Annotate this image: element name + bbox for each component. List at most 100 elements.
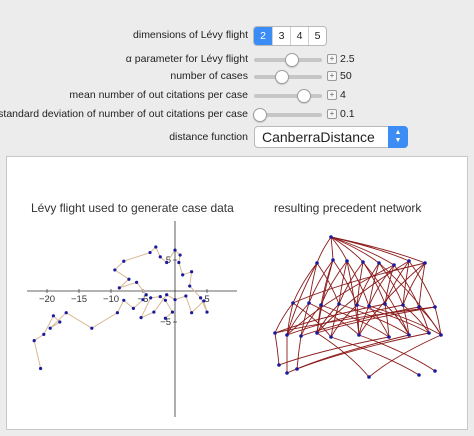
flight-point [122,259,126,263]
network-node [401,303,405,307]
network-node [357,333,361,337]
mean-out-slider[interactable] [254,89,322,103]
mean-out-value: 4 [340,89,346,101]
flight-point [149,296,153,300]
network-edge [330,236,380,264]
network-node [377,261,381,265]
dimension-option-5[interactable]: 5 [308,27,326,45]
dimension-option-3[interactable]: 3 [272,27,290,45]
cases-slider-thumb[interactable] [275,70,290,84]
network-edge [338,260,348,305]
flight-point [178,253,182,257]
alpha-label: α parameter for Lévy flight [125,53,248,65]
network-edge [330,336,420,376]
flight-point [173,298,177,302]
dimensions-selector[interactable]: 2 3 4 5 [253,26,327,46]
flight-point [163,316,167,320]
network-node [285,333,289,337]
network-edge [286,334,410,374]
alpha-value: 2.5 [340,53,355,65]
flight-point [113,268,117,272]
network-node [277,363,281,367]
network-node [337,302,341,306]
sd-out-slider[interactable] [253,108,322,122]
flight-point [39,366,43,371]
flight-point [173,248,177,252]
network-node [355,303,359,307]
levy-flight-title: Lévy flight used to generate case data [31,201,234,215]
flight-point [177,260,181,265]
network-node [329,235,333,239]
mean-out-expand-icon[interactable]: + [327,90,337,100]
flight-point [48,326,52,330]
flight-point [127,277,131,281]
dimension-option-4[interactable]: 4 [290,27,308,45]
flight-point [135,280,139,284]
distance-function-select[interactable]: CanberraDistance ▲ ▼ [254,126,408,148]
network-edge [278,336,390,366]
network-node [319,303,323,307]
chevron-updown-icon: ▲ ▼ [388,126,408,148]
flight-point [165,293,169,297]
distance-function-value: CanberraDistance [262,129,375,145]
flight-point [141,298,145,302]
x-tick-label: −20 [39,294,55,305]
network-node [361,260,365,264]
cases-expand-icon[interactable]: + [327,71,337,81]
network-node [417,373,421,377]
network-node [439,333,443,337]
flight-point [144,293,148,297]
flight-point [58,320,62,324]
flight-point [115,311,119,315]
network-edge [316,332,370,378]
flight-point [90,326,94,330]
x-tick-label: 5 [204,294,209,305]
cases-slider[interactable] [254,70,322,84]
network-node [433,305,437,309]
network-node [423,261,427,265]
sd-out-slider-thumb[interactable] [253,108,268,122]
alpha-slider[interactable] [254,53,322,67]
network-edge [320,260,348,306]
flight-point [190,270,194,274]
network-node [285,371,289,375]
network-node [392,263,396,267]
network-node [433,369,437,373]
network-edge [330,236,410,262]
network-node [291,301,295,305]
flight-point [188,284,192,288]
flight-point [139,316,143,320]
network-node [331,258,335,262]
network-node [383,302,387,306]
x-tick-label: −15 [71,294,87,305]
flight-point [202,299,206,303]
cases-value: 50 [340,70,352,82]
dimensions-label: dimensions of Lévy flight [133,29,248,41]
flight-point [64,311,68,315]
levy-flight-path [33,246,208,369]
flight-point [190,311,194,315]
mean-out-slider-thumb[interactable] [296,89,311,103]
sd-out-label: standard deviation of number of out cita… [0,108,248,120]
sd-out-expand-icon[interactable]: + [327,109,337,119]
dimension-option-2[interactable]: 2 [254,27,272,45]
alpha-expand-icon[interactable]: + [327,54,337,64]
network-node [407,333,411,337]
flight-point [199,296,203,300]
network-edge [330,236,334,261]
precedent-network-graph [273,235,443,379]
flight-point [131,306,135,310]
flight-point [181,273,185,277]
sd-out-value: 0.1 [340,108,355,120]
network-node [315,261,319,265]
network-node [315,331,319,335]
precedent-network-title: resulting precedent network [274,201,422,215]
flight-point [184,294,188,298]
alpha-slider-thumb[interactable] [285,53,300,67]
network-node [345,259,349,263]
network-node [329,335,333,339]
flight-point [154,245,158,249]
flight-point [148,250,152,255]
flight-point [158,255,162,259]
flight-point [163,298,167,302]
